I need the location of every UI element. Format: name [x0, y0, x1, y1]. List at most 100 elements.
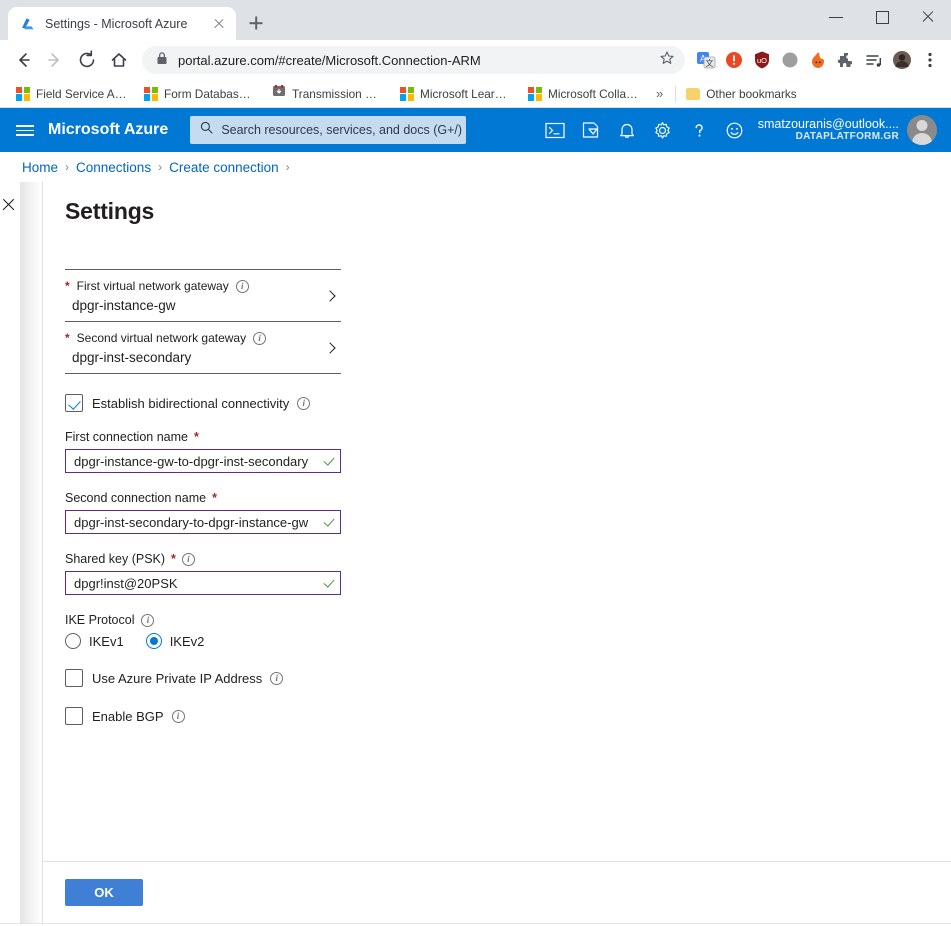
folder-icon	[686, 87, 701, 100]
info-icon[interactable]: i	[181, 552, 195, 566]
translate-icon[interactable]: A 文	[693, 47, 719, 73]
enable-bgp-checkbox[interactable]: Enable BGP i	[65, 707, 341, 725]
browser-tab[interactable]: Settings - Microsoft Azure	[8, 7, 236, 40]
star-icon[interactable]	[659, 50, 675, 71]
extensions-puzzle-icon[interactable]	[833, 47, 859, 73]
ublock-icon[interactable]: uO	[749, 47, 775, 73]
blade-left-rail	[0, 182, 20, 923]
ike-protocol-option-ikev2[interactable]: IKEv2	[145, 633, 204, 649]
notifications-bell-icon[interactable]	[610, 113, 644, 147]
info-icon[interactable]: i	[270, 671, 284, 685]
toolbar-extensions: A 文 uO	[693, 47, 943, 73]
bookmark-item[interactable]: Microsoft Learning...	[392, 82, 520, 106]
azure-brand[interactable]: Microsoft Azure	[48, 121, 168, 139]
settings-gear-icon[interactable]	[646, 113, 680, 147]
info-icon[interactable]: i	[235, 279, 249, 293]
hamburger-menu-icon[interactable]	[10, 115, 40, 145]
azure-search-input[interactable]: Search resources, services, and docs (G+…	[190, 116, 467, 144]
help-question-icon[interactable]	[682, 113, 716, 147]
feedback-smiley-icon[interactable]	[718, 113, 752, 147]
account-menu[interactable]: smatzouranis@outlook.... DATAPLATFORM.GR	[758, 115, 937, 145]
directories-subscriptions-icon[interactable]	[574, 113, 608, 147]
blade-close-icon[interactable]	[1, 196, 17, 212]
radio-button[interactable]	[145, 633, 162, 649]
bookmark-item[interactable]: Form Database Trai...	[136, 82, 264, 106]
first-gateway-label: First virtual network gateway	[76, 279, 229, 293]
azure-header: Microsoft Azure Search resources, servic…	[0, 108, 951, 152]
info-icon[interactable]: i	[171, 709, 185, 723]
other-bookmarks-button[interactable]: Other bookmarks	[680, 87, 802, 101]
use-azure-private-ip-label: Use Azure Private IP Address i	[92, 671, 284, 686]
bookmark-item[interactable]: Transmission Web I...	[264, 82, 392, 106]
microsoft-logo-icon	[144, 86, 158, 101]
enable-bgp-label-text: Enable BGP	[92, 708, 164, 724]
browser-window: Settings - Microsoft Azure portal.azure.…	[0, 0, 951, 926]
info-icon[interactable]: i	[297, 396, 311, 410]
window-close-button[interactable]	[905, 0, 951, 33]
required-marker: *	[65, 279, 70, 293]
ike-protocol-label-text: IKE Protocol	[65, 613, 135, 627]
svg-text:文: 文	[706, 58, 714, 68]
other-bookmarks-label: Other bookmarks	[706, 86, 797, 101]
required-marker: *	[212, 491, 217, 505]
chevron-right-icon[interactable]	[319, 344, 341, 352]
url-text: portal.azure.com/#create/Microsoft.Conne…	[178, 52, 481, 68]
account-name: smatzouranis@outlook....	[757, 117, 899, 132]
use-azure-private-ip-checkbox[interactable]: Use Azure Private IP Address i	[65, 669, 341, 687]
back-arrow-icon[interactable]	[8, 45, 38, 75]
user-avatar-icon[interactable]	[907, 115, 937, 145]
alert-icon[interactable]	[721, 47, 747, 73]
chrome-menu-icon[interactable]	[917, 47, 943, 73]
divider	[675, 85, 677, 102]
second-connection-name-input[interactable]: dpgr-inst-secondary-to-dpgr-instance-gw	[65, 510, 341, 534]
second-connection-name-value: dpgr-inst-secondary-to-dpgr-instance-gw	[74, 514, 309, 530]
chevron-right-icon[interactable]	[319, 292, 341, 300]
info-icon[interactable]: i	[253, 331, 267, 345]
second-gateway-selector[interactable]: * Second virtual network gateway i dpgr-i…	[65, 321, 341, 374]
breadcrumb-item-create-connection[interactable]: Create connection	[169, 160, 279, 175]
ike-protocol-option-ikev1[interactable]: IKEv1	[65, 633, 124, 649]
tab-strip: Settings - Microsoft Azure	[0, 0, 270, 40]
window-minimize-button[interactable]	[813, 0, 859, 33]
checkbox-box[interactable]	[65, 707, 83, 725]
tab-title: Settings - Microsoft Azure	[45, 16, 188, 31]
first-gateway-selector[interactable]: * First virtual network gateway i dpgr-in…	[65, 269, 341, 321]
checkbox-box[interactable]	[65, 394, 83, 412]
bidirectional-connectivity-checkbox[interactable]: Establish bidirectional connectivity i	[65, 394, 341, 412]
reading-list-icon[interactable]	[861, 47, 887, 73]
blade-shadow	[20, 182, 42, 923]
tab-close-icon[interactable]	[211, 16, 227, 32]
bookmarks-overflow-button[interactable]: »	[648, 86, 671, 101]
cloud-shell-icon[interactable]	[538, 113, 572, 147]
home-icon[interactable]	[104, 45, 134, 75]
required-marker: *	[193, 430, 199, 444]
breadcrumb-separator: ›	[158, 160, 163, 174]
shared-key-field: Shared key (PSK) * i dpgr!inst@20PSK	[65, 552, 341, 595]
profile-avatar-icon[interactable]	[889, 47, 915, 73]
account-text: smatzouranis@outlook.... DATAPLATFORM.GR	[758, 117, 899, 143]
transmission-icon	[272, 84, 286, 103]
gray-circle-icon[interactable]	[777, 47, 803, 73]
settings-form: * First virtual network gateway i dpgr-in…	[65, 269, 341, 725]
radio-button[interactable]	[65, 633, 81, 649]
breadcrumb-item-connections[interactable]: Connections	[76, 160, 151, 175]
page-title: Settings	[65, 198, 155, 224]
reload-icon[interactable]	[72, 45, 102, 75]
info-icon[interactable]: i	[141, 613, 155, 627]
settings-blade: Settings * First virtual network gateway …	[42, 182, 951, 923]
checkbox-box[interactable]	[65, 669, 83, 687]
first-gateway-label-row: * First virtual network gateway i	[65, 279, 319, 293]
first-connection-name-input[interactable]: dpgr-instance-gw-to-dpgr-inst-secondary	[65, 449, 341, 473]
window-maximize-button[interactable]	[859, 0, 905, 33]
microsoft-logo-icon	[400, 86, 414, 101]
bookmark-item[interactable]: Field Service Admin...	[8, 82, 136, 106]
second-gateway-label: Second virtual network gateway	[76, 331, 247, 345]
hot-extension-icon[interactable]	[805, 47, 831, 73]
new-tab-button[interactable]	[242, 9, 270, 37]
bookmark-item[interactable]: Microsoft Collabora...	[520, 82, 648, 106]
shared-key-input[interactable]: dpgr!inst@20PSK	[65, 571, 341, 595]
breadcrumb-item-home[interactable]: Home	[22, 160, 58, 175]
ok-button[interactable]: OK	[65, 879, 143, 906]
address-bar[interactable]: portal.azure.com/#create/Microsoft.Conne…	[142, 46, 685, 74]
shared-key-label-text: Shared key (PSK)	[65, 552, 166, 566]
